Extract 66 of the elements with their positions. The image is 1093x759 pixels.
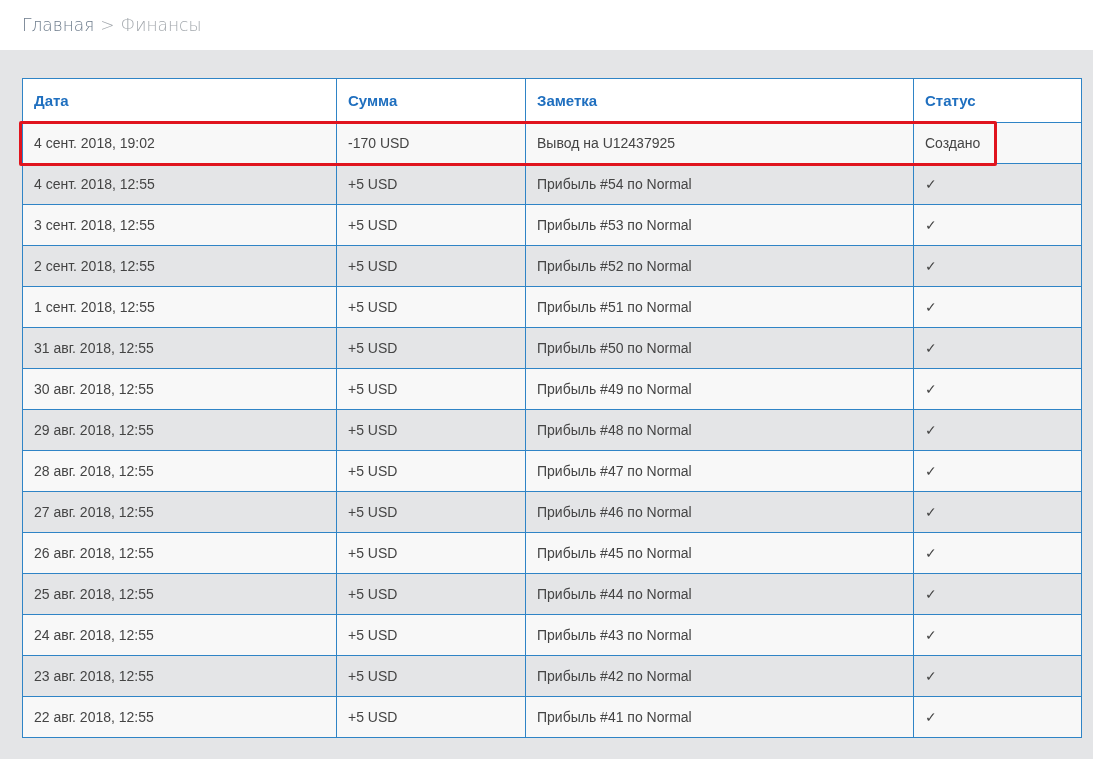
table-cell: Прибыль #46 по Normal [525,491,914,533]
status-cell: ✓ [913,655,1082,697]
table-cell: Прибыль #45 по Normal [525,532,914,574]
status-cell: ✓ [913,204,1082,246]
table-cell: Прибыль #48 по Normal [525,409,914,451]
status-cell: ✓ [913,245,1082,287]
table-cell: Прибыль #43 по Normal [525,614,914,656]
table-cell: Прибыль #41 по Normal [525,696,914,738]
table-cell: Прибыль #51 по Normal [525,286,914,328]
table-cell: Прибыль #54 по Normal [525,163,914,205]
table-cell: 22 авг. 2018, 12:55 [22,696,337,738]
status-cell: ✓ [913,696,1082,738]
table-cell: 4 сент. 2018, 12:55 [22,163,337,205]
status-cell: Создано [913,122,1082,164]
status-cell: ✓ [913,368,1082,410]
table-cell: 24 авг. 2018, 12:55 [22,614,337,656]
table-cell: +5 USD [336,327,526,369]
table-cell: 1 сент. 2018, 12:55 [22,286,337,328]
table-cell: Прибыль #47 по Normal [525,450,914,492]
table-cell: 27 авг. 2018, 12:55 [22,491,337,533]
table-cell: Прибыль #44 по Normal [525,573,914,615]
table-cell: -170 USD [336,122,526,164]
table-cell: 26 авг. 2018, 12:55 [22,532,337,574]
status-cell: ✓ [913,286,1082,328]
status-cell: ✓ [913,450,1082,492]
status-cell: ✓ [913,491,1082,533]
table-cell: +5 USD [336,286,526,328]
table-cell: Прибыль #52 по Normal [525,245,914,287]
table-cell: 25 авг. 2018, 12:55 [22,573,337,615]
table-cell: +5 USD [336,245,526,287]
table-cell: +5 USD [336,573,526,615]
table-cell: +5 USD [336,696,526,738]
table-cell: Прибыль #49 по Normal [525,368,914,410]
table-cell: +5 USD [336,368,526,410]
table-cell: +5 USD [336,614,526,656]
table-cell: Вывод на U12437925 [525,122,914,164]
status-cell: ✓ [913,409,1082,451]
table-cell: Прибыль #53 по Normal [525,204,914,246]
table-cell: 3 сент. 2018, 12:55 [22,204,337,246]
column-header: Дата [22,78,337,123]
breadcrumb-separator: > [100,15,115,35]
table-cell: +5 USD [336,491,526,533]
status-cell: ✓ [913,327,1082,369]
breadcrumb-current: Финансы [120,15,202,35]
crumb-link[interactable]: Главная [22,15,95,35]
table-cell: +5 USD [336,450,526,492]
table-cell: 2 сент. 2018, 12:55 [22,245,337,287]
table-cell: 23 авг. 2018, 12:55 [22,655,337,697]
table-cell: Прибыль #50 по Normal [525,327,914,369]
table-cell: Прибыль #42 по Normal [525,655,914,697]
status-cell: ✓ [913,614,1082,656]
table-cell: 31 авг. 2018, 12:55 [22,327,337,369]
column-header: Статус [913,78,1082,123]
column-header: Заметка [525,78,914,123]
table-cell: 30 авг. 2018, 12:55 [22,368,337,410]
table-cell: +5 USD [336,532,526,574]
table-cell: +5 USD [336,204,526,246]
table-cell: +5 USD [336,409,526,451]
status-cell: ✓ [913,573,1082,615]
column-header: Сумма [336,78,526,123]
table-cell: +5 USD [336,655,526,697]
table-cell: 28 авг. 2018, 12:55 [22,450,337,492]
table-cell: 29 авг. 2018, 12:55 [22,409,337,451]
status-cell: ✓ [913,163,1082,205]
status-cell: ✓ [913,532,1082,574]
table-cell: 4 сент. 2018, 19:02 [22,122,337,164]
